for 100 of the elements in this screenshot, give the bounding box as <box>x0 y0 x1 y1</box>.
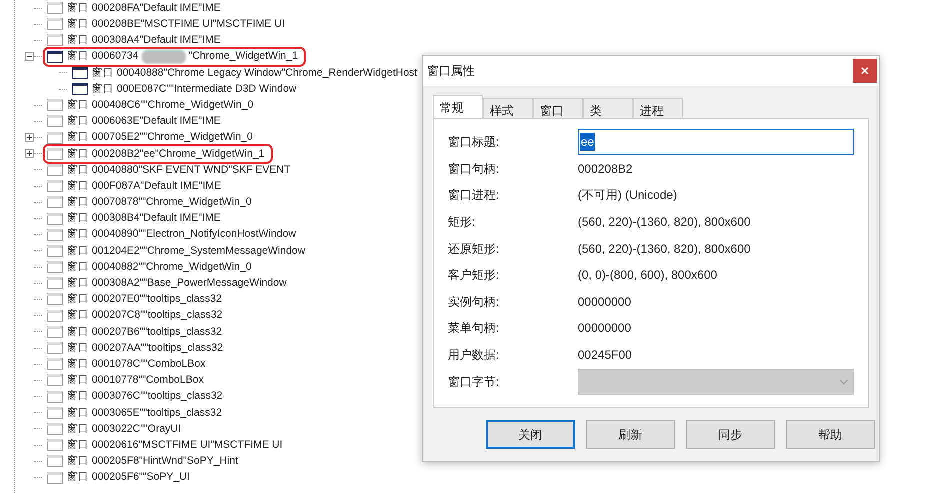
item-type: 窗口 <box>67 51 89 62</box>
item-text: 000207E0""tooltips_class32 <box>92 294 222 305</box>
item-type: 窗口 <box>67 358 89 370</box>
tree-item[interactable]: 窗口 000308B4"Default IME"IME <box>45 210 227 227</box>
tree-item[interactable]: 窗口 000205F6""SoPY_UI <box>45 470 196 486</box>
window-icon <box>47 422 63 435</box>
tree-item[interactable]: 窗口 0003076C""tooltips_class32 <box>45 388 229 405</box>
window-icon <box>72 66 88 79</box>
tree-item[interactable]: 窗口 00060734 "Chrome_WidgetWin_1 <box>45 48 304 65</box>
tree-item[interactable]: 窗口 000207AA""tooltips_class32 <box>45 340 230 356</box>
item-type: 窗口 <box>92 68 114 78</box>
item-type: 窗口 <box>67 342 89 354</box>
item-type: 窗口 <box>67 326 89 338</box>
item-text: 000207B6""tooltips_class32 <box>92 326 222 338</box>
close-button[interactable] <box>853 59 877 83</box>
tree-item[interactable]: 窗口 000705E2""Chrome_WidgetWin_0 <box>45 130 259 146</box>
tree-item[interactable]: 窗口 000207B6""tooltips_class32 <box>45 324 228 340</box>
dialog-button[interactable]: 帮助 <box>786 420 875 449</box>
item-type: 窗口 <box>67 375 89 386</box>
item-type: 窗口 <box>67 148 89 160</box>
window-icon <box>47 358 63 370</box>
dialog-title: 窗口属性 <box>427 63 475 80</box>
field-label: 窗口进程: <box>448 187 500 204</box>
tree-item[interactable]: 窗口 000208B2"ee"Chrome_WidgetWin_1 <box>45 146 271 162</box>
tree-item[interactable]: 窗口 000308A4"Default IME"IME <box>45 32 227 48</box>
dialog-button[interactable]: 关闭 <box>486 420 575 449</box>
dialog-button[interactable]: 同步 <box>686 420 775 449</box>
collapse-icon[interactable] <box>25 52 34 62</box>
expand-icon[interactable] <box>25 149 34 158</box>
chevron-down-icon <box>839 378 849 385</box>
tree-item[interactable]: 窗口 00040888"Chrome Legacy Window"Chrome_RenderWidgetHost <box>70 64 424 81</box>
tree-item[interactable]: 窗口 000207C8""tooltips_class32 <box>45 308 229 324</box>
tree-item[interactable]: 窗口 00040880"SKF EVENT WND"SKF EVENT <box>45 162 297 178</box>
window-icon <box>47 50 63 63</box>
item-text: 000208BE"MSCTFIME UI"MSCTFIME UI <box>92 19 285 30</box>
title-input[interactable]: ee <box>578 129 854 156</box>
window-icon <box>47 293 63 306</box>
tree-item[interactable]: 窗口 0003065E""tooltips_class32 <box>45 404 228 421</box>
tree-item[interactable]: 窗口 0006063E"Default IME"IME <box>45 113 227 130</box>
tab[interactable]: 进程 <box>633 98 683 118</box>
item-text: 0006063E"Default IME"IME <box>92 116 221 127</box>
tree-item[interactable]: 窗口 00010778""ComboLBox <box>45 372 210 388</box>
item-type: 窗口 <box>67 278 89 289</box>
item-type: 窗口 <box>67 164 89 176</box>
field-label: 还原矩形: <box>448 240 500 258</box>
tab[interactable]: 类 <box>583 98 633 118</box>
item-text: 000308A2""Base_PowerMessageWindow <box>92 278 287 289</box>
tree-item[interactable]: 窗口 0003022C""OrayUI <box>45 420 188 437</box>
item-type: 窗口 <box>67 294 89 305</box>
expand-icon[interactable] <box>25 133 34 142</box>
item-text: 0003076C""tooltips_class32 <box>92 391 223 402</box>
item-text: 000F087A"Default IME"IME <box>92 180 222 192</box>
item-type: 窗口 <box>67 310 89 321</box>
item-type: 窗口 <box>67 246 89 256</box>
item-type: 窗口 <box>67 408 89 418</box>
item-text: 000205F8"HintWnd"SoPY_Hint <box>92 456 238 467</box>
tree-item[interactable]: 窗口 00020616"MSCTFIME UI"MSCTFIME UI <box>45 437 289 454</box>
field-label: 菜单句柄: <box>448 320 500 338</box>
tree-item[interactable]: 窗口 000208BE"MSCTFIME UI"MSCTFIME UI <box>45 16 291 32</box>
item-type: 窗口 <box>67 2 89 14</box>
item-type: 窗口 <box>67 440 89 450</box>
item-text: 00040890""Electron_NotifyIconHostWindow <box>92 229 296 240</box>
tab[interactable]: 常规 <box>433 95 483 118</box>
item-text: 00040888"Chrome Legacy Window"Chrome_RenderWidgetHost <box>117 68 418 78</box>
tree-item[interactable]: 窗口 000205F8"HintWnd"SoPY_Hint <box>45 453 244 470</box>
tree-item[interactable]: 窗口 00070878""Chrome_WidgetWin_0 <box>45 194 258 210</box>
tree-item[interactable]: 窗口 000208FA"Default IME"IME <box>45 0 227 16</box>
window-icon <box>47 261 63 274</box>
window-icon <box>47 132 63 144</box>
tree-item[interactable]: 窗口 000E087C""Intermediate D3D Window <box>70 81 303 98</box>
window-icon <box>47 455 63 468</box>
tree-item[interactable]: 窗口 000308A2""Base_PowerMessageWindow <box>45 275 293 292</box>
tree-item[interactable]: 窗口 0001078C""ComboLBox <box>45 356 212 372</box>
tree-item[interactable]: 窗口 000F087A"Default IME"IME <box>45 178 228 194</box>
field-value: 00245F00 <box>578 347 632 364</box>
tree-item[interactable]: 窗口 00040890""Electron_NotifyIconHostWindow <box>45 226 302 243</box>
tree-item[interactable]: 窗口 001204E2""Chrome_SystemMessageWindow <box>45 242 312 259</box>
tree-item[interactable]: 窗口 000408C6""Chrome_WidgetWin_0 <box>45 97 260 114</box>
item-type: 窗口 <box>67 229 89 240</box>
field-label: 窗口标题: <box>448 134 500 152</box>
window-icon <box>47 277 63 290</box>
tab[interactable]: 窗口 <box>533 98 583 118</box>
item-text: 000205F6""SoPY_UI <box>92 472 190 483</box>
tree-item[interactable]: 窗口 000207E0""tooltips_class32 <box>45 291 228 308</box>
dialog-button[interactable]: 刷新 <box>586 420 675 449</box>
item-type: 窗口 <box>67 180 89 192</box>
item-text: 000207C8""tooltips_class32 <box>92 310 223 321</box>
item-type: 窗口 <box>67 456 89 467</box>
window-icon <box>47 342 63 354</box>
tree-item[interactable]: 窗口 00040882""Chrome_WidgetWin_0 <box>45 259 258 276</box>
item-text: 00020616"MSCTFIME UI"MSCTFIME UI <box>92 440 283 450</box>
window-icon <box>47 228 63 241</box>
item-text: 0003022C""OrayUI <box>92 424 182 434</box>
field-value: (560, 220)-(1360, 820), 800x600 <box>578 214 751 232</box>
item-text: 000208FA"Default IME"IME <box>92 2 221 14</box>
window-icon <box>47 212 63 225</box>
item-text: 001204E2""Chrome_SystemMessageWindow <box>92 246 306 256</box>
item-type: 窗口 <box>67 100 89 110</box>
close-icon <box>861 67 869 75</box>
tab[interactable]: 样式 <box>483 98 533 118</box>
